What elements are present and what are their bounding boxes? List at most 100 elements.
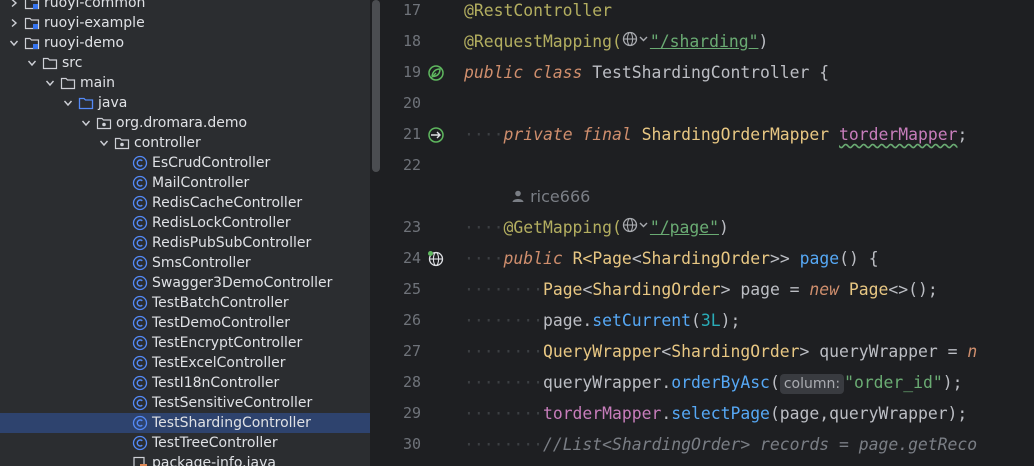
project-tree-panel[interactable]: ruoyi-common ruoyi-example ruoyi-demo src ma… bbox=[0, 0, 370, 466]
tree-item[interactable]: controller bbox=[0, 133, 370, 153]
field-name[interactable]: torderMapper bbox=[839, 125, 957, 144]
generic-bracket: < bbox=[661, 342, 672, 361]
keyword-token: private final bbox=[503, 125, 632, 144]
code-editor[interactable]: 17 @RestController 18 @RequestMapping("/… bbox=[381, 0, 1034, 466]
tree-item[interactable]: RedisPubSubController bbox=[0, 233, 370, 253]
class-name[interactable]: TestShardingController bbox=[592, 63, 809, 82]
code-line-26[interactable]: ········page.setCurrent(3L); bbox=[464, 305, 740, 336]
chevron-right-icon[interactable] bbox=[8, 0, 20, 13]
generic-bracket: < bbox=[631, 249, 642, 268]
type-name[interactable]: QueryWrapper bbox=[543, 342, 661, 361]
method-name[interactable]: setCurrent bbox=[592, 311, 691, 330]
java-class-icon bbox=[132, 255, 148, 271]
chevron-down-icon[interactable] bbox=[98, 133, 110, 153]
tree-item-label: TestBatchController bbox=[152, 295, 289, 311]
tree-item[interactable]: SmsController bbox=[0, 253, 370, 273]
tree-item[interactable]: main bbox=[0, 73, 370, 93]
tree-item-label: src bbox=[62, 55, 83, 71]
chevron-right-icon[interactable] bbox=[8, 13, 20, 33]
tree-item[interactable]: package-info.java bbox=[0, 453, 370, 466]
code-line-21[interactable]: ····private final ShardingOrderMapper to… bbox=[464, 119, 967, 150]
tree-item[interactable]: TestTreeController bbox=[0, 433, 370, 453]
module-folder-icon bbox=[24, 0, 40, 11]
tree-item[interactable]: EsCrudController bbox=[0, 153, 370, 173]
method-name[interactable]: page bbox=[800, 249, 839, 268]
indent-guide: ········ bbox=[464, 280, 543, 299]
java-class-icon bbox=[132, 155, 148, 171]
return-type[interactable]: R< bbox=[573, 249, 593, 268]
java-class-icon bbox=[132, 215, 148, 231]
code-line-19[interactable]: public class TestShardingController { bbox=[464, 57, 829, 88]
tree-item[interactable]: Swagger3DemoController bbox=[0, 273, 370, 293]
user-icon bbox=[511, 185, 525, 211]
tree-item-label: TestSensitiveController bbox=[152, 395, 313, 411]
code-line-29[interactable]: ········torderMapper.selectPage(page,que… bbox=[464, 398, 967, 429]
type-name[interactable]: ShardingOrderMapper bbox=[642, 125, 830, 144]
call-args: (page,queryWrapper); bbox=[769, 404, 968, 423]
indent-guide: ···· bbox=[464, 249, 504, 268]
tree-item[interactable]: org.dromara.demo bbox=[0, 113, 370, 133]
code-line-28[interactable]: ········queryWrapper.orderByAsc(column: "… bbox=[464, 367, 963, 398]
tree-item[interactable]: ruoyi-common bbox=[0, 0, 370, 13]
method-name[interactable]: orderByAsc bbox=[671, 373, 770, 392]
endpoint-globe-gutter-icon[interactable] bbox=[427, 250, 444, 267]
tree-item[interactable]: src bbox=[0, 53, 370, 73]
code-line-18[interactable]: @RequestMapping("/sharding") bbox=[464, 26, 768, 57]
tree-item[interactable]: RedisLockController bbox=[0, 213, 370, 233]
java-class-icon bbox=[132, 195, 148, 211]
java-class-icon bbox=[132, 315, 148, 331]
code-line-24[interactable]: ····public R<Page<ShardingOrder>> page()… bbox=[464, 243, 879, 274]
type-name[interactable]: ShardingOrder bbox=[642, 249, 770, 268]
tree-item[interactable]: TestBatchController bbox=[0, 293, 370, 313]
tree-item[interactable]: TestDemoController bbox=[0, 313, 370, 333]
tree-item[interactable]: TestI18nController bbox=[0, 373, 370, 393]
line-number: 27 bbox=[402, 342, 421, 360]
type-name[interactable]: Page bbox=[849, 280, 888, 299]
mapping-path[interactable]: "/page" bbox=[650, 218, 719, 237]
tree-item[interactable]: TestExcelController bbox=[0, 353, 370, 373]
mapping-path[interactable]: "/sharding" bbox=[650, 32, 759, 51]
web-url-globe-icon[interactable] bbox=[622, 213, 650, 244]
project-tree-scrollbar[interactable] bbox=[372, 0, 380, 172]
brace: { bbox=[809, 63, 830, 82]
tree-item[interactable]: RedisCacheController bbox=[0, 193, 370, 213]
chevron-down-icon[interactable] bbox=[80, 113, 92, 133]
variable-ref: queryWrapper. bbox=[542, 373, 672, 392]
java-class-icon bbox=[132, 375, 148, 391]
chevron-down-icon[interactable] bbox=[44, 73, 56, 93]
tree-item[interactable]: ruoyi-demo bbox=[0, 33, 370, 53]
tree-item-label: TestShardingController bbox=[152, 415, 311, 431]
type-name[interactable]: ShardingOrder bbox=[671, 342, 799, 361]
semicolon: ; bbox=[957, 125, 968, 144]
code-line-27[interactable]: ········QueryWrapper<ShardingOrder> quer… bbox=[464, 336, 977, 367]
chevron-down-icon[interactable] bbox=[8, 33, 20, 53]
code-line-25[interactable]: ········Page<ShardingOrder> page = new P… bbox=[464, 274, 938, 305]
tree-item[interactable]: TestSensitiveController bbox=[0, 393, 370, 413]
tree-item[interactable]: TestEncryptController bbox=[0, 333, 370, 353]
tree-item[interactable]: java bbox=[0, 93, 370, 113]
author-inlay-hint[interactable]: rice666 bbox=[511, 184, 590, 210]
tree-item-label: controller bbox=[134, 135, 201, 151]
tree-item-label: RedisLockController bbox=[152, 215, 291, 231]
line-number: 22 bbox=[402, 156, 421, 174]
indent-guide: ···· bbox=[464, 125, 504, 144]
tree-item[interactable]: TestShardingController bbox=[0, 413, 370, 433]
java-class-icon bbox=[132, 175, 148, 191]
code-line-23[interactable]: ····@GetMapping("/page") bbox=[464, 212, 729, 243]
code-line-17[interactable]: @RestController bbox=[464, 0, 612, 26]
type-name[interactable]: Page bbox=[592, 249, 631, 268]
field-name[interactable]: torderMapper bbox=[543, 404, 661, 423]
dot: . bbox=[661, 404, 672, 423]
code-line-30[interactable]: ········//List<ShardingOrder> records = … bbox=[464, 429, 977, 460]
spring-bean-gutter-icon[interactable] bbox=[427, 64, 444, 81]
tree-item[interactable]: ruoyi-example bbox=[0, 13, 370, 33]
method-name[interactable]: selectPage bbox=[671, 404, 770, 423]
autowired-gutter-icon[interactable] bbox=[427, 126, 444, 143]
chevron-down-icon[interactable] bbox=[62, 93, 74, 113]
web-url-globe-icon[interactable] bbox=[622, 27, 650, 58]
type-name[interactable]: ShardingOrder bbox=[592, 280, 720, 299]
folder-icon bbox=[42, 55, 58, 71]
chevron-down-icon[interactable] bbox=[26, 53, 38, 73]
type-name[interactable]: Page bbox=[543, 280, 582, 299]
tree-item[interactable]: MailController bbox=[0, 173, 370, 193]
